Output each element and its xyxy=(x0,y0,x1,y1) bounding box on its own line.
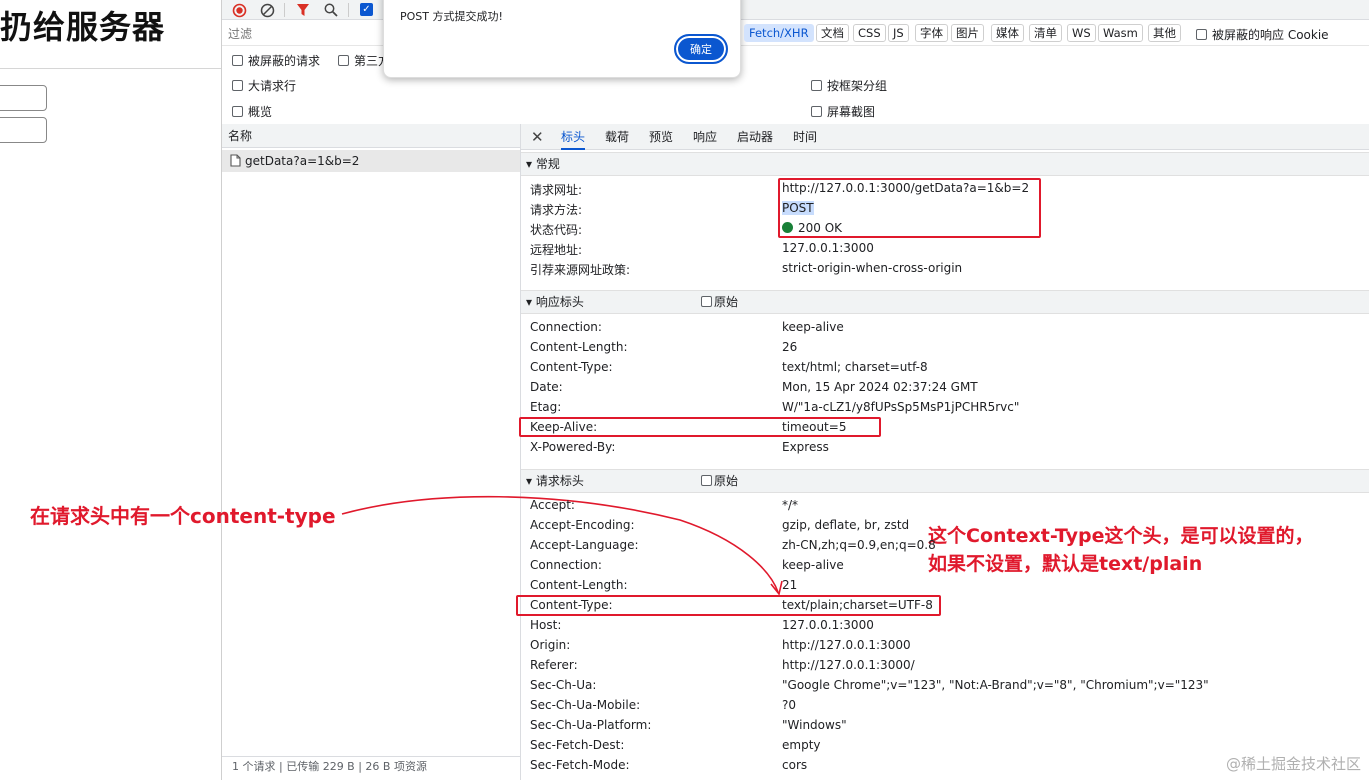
response_headers-key: Etag: xyxy=(530,400,562,414)
response_headers-key: Date: xyxy=(530,380,563,394)
response_headers-key: Connection: xyxy=(530,320,602,334)
screenshot-root: 扔给服务器 ✓ 被屏蔽的响应 Cookie 被屏蔽的请求 第三方 大请求行 概览… xyxy=(0,0,1369,780)
request_headers-value: */* xyxy=(782,498,799,512)
response_headers-key: Keep-Alive: xyxy=(530,420,598,434)
response_headers-value: Express xyxy=(782,440,829,454)
request_headers-value: http://127.0.0.1:3000/ xyxy=(782,658,915,672)
request_headers-key: Connection: xyxy=(530,558,602,572)
response_headers-value: W/"1a-cLZ1/y8fUPsSp5MsP1jPCHR5rvc" xyxy=(782,400,1020,414)
general-value: 127.0.0.1:3000 xyxy=(782,241,874,255)
general-key: 状态代码: xyxy=(530,223,583,237)
type-filter-7[interactable]: 清单 xyxy=(1029,24,1062,42)
watermark: @稀土掘金技术社区 xyxy=(1225,755,1361,773)
request_headers-key: Accept-Encoding: xyxy=(530,518,635,532)
request_headers-key: Content-Length: xyxy=(530,578,628,592)
annotation-right-note-1: 这个Context-Type这个头，是可以设置的， xyxy=(928,525,1314,547)
general-value: POST xyxy=(782,201,814,215)
request-method-text: POST xyxy=(782,201,814,215)
request_headers-key: Referer: xyxy=(530,658,578,672)
request_headers-value: http://127.0.0.1:3000 xyxy=(782,638,911,652)
general-key: 远程地址: xyxy=(530,243,583,257)
type-filter-4[interactable]: 字体 xyxy=(915,24,948,42)
request_headers-key: Host: xyxy=(530,618,562,632)
request_headers-value: empty xyxy=(782,738,821,752)
annotation-right-note-2: 如果不设置，默认是text/plain xyxy=(928,553,1203,575)
request_headers-key: Accept-Language: xyxy=(530,538,639,552)
type-filter-0[interactable]: Fetch/XHR xyxy=(744,24,814,42)
response_headers-value: 26 xyxy=(782,340,798,354)
request_headers-value: 127.0.0.1:3000 xyxy=(782,618,874,632)
response_headers-value: keep-alive xyxy=(782,320,844,334)
request_headers-key: Content-Type: xyxy=(530,598,613,612)
response_headers-key: Content-Type: xyxy=(530,360,613,374)
type-filter-2[interactable]: CSS xyxy=(853,24,886,42)
general-key: 请求方法: xyxy=(530,203,583,217)
request_headers-key: Sec-Fetch-Dest: xyxy=(530,738,625,752)
request_headers-value: "Google Chrome";v="123", "Not:A-Brand";v… xyxy=(782,678,1209,692)
request_headers-key: Origin: xyxy=(530,638,571,652)
type-filter-1[interactable]: 文档 xyxy=(816,24,849,42)
request_headers-value: ?0 xyxy=(782,698,797,712)
request_headers-key: Accept: xyxy=(530,498,575,512)
general-key: 请求网址: xyxy=(530,183,583,197)
response_headers-value: Mon, 15 Apr 2024 02:37:24 GMT xyxy=(782,380,978,394)
type-filter-9[interactable]: Wasm xyxy=(1098,24,1143,42)
request_headers-value: gzip, deflate, br, zstd xyxy=(782,518,910,532)
request_headers-value: zh-CN,zh;q=0.9,en;q=0.8 xyxy=(782,538,936,552)
request_headers-value: keep-alive xyxy=(782,558,844,572)
status-ok-dot xyxy=(782,222,793,233)
response_headers-value: timeout=5 xyxy=(782,420,847,434)
status-code-text: 200 OK xyxy=(798,221,843,235)
response_headers-key: Content-Length: xyxy=(530,340,628,354)
type-filter-3[interactable]: JS xyxy=(888,24,909,42)
response_headers-key: X-Powered-By: xyxy=(530,440,616,454)
response_headers-value: text/html; charset=utf-8 xyxy=(782,360,928,374)
general-value: 200 OK xyxy=(782,221,842,235)
general-value: strict-origin-when-cross-origin xyxy=(782,261,963,275)
general-value: http://127.0.0.1:3000/getData?a=1&b=2 xyxy=(782,181,1030,195)
general-key: 引荐来源网址政策: xyxy=(530,263,631,277)
type-filter-10[interactable]: 其他 xyxy=(1148,24,1181,42)
request_headers-value: cors xyxy=(782,758,808,772)
request_headers-value: text/plain;charset=UTF-8 xyxy=(782,598,933,612)
request_headers-key: Sec-Fetch-Mode: xyxy=(530,758,630,772)
request_headers-value: 21 xyxy=(782,578,798,592)
request_headers-key: Sec-Ch-Ua: xyxy=(530,678,597,692)
annotation-arrow xyxy=(341,495,783,596)
annotation-left-note: 在请求头中有一个content-type xyxy=(30,504,336,528)
request_headers-key: Sec-Ch-Ua-Mobile: xyxy=(530,698,641,712)
type-filter-5[interactable]: 图片 xyxy=(951,24,984,42)
type-filter-8[interactable]: WS xyxy=(1067,24,1096,42)
type-filter-6[interactable]: 媒体 xyxy=(991,24,1024,42)
request_headers-key: Sec-Ch-Ua-Platform: xyxy=(530,718,652,732)
request_headers-value: "Windows" xyxy=(782,718,847,732)
